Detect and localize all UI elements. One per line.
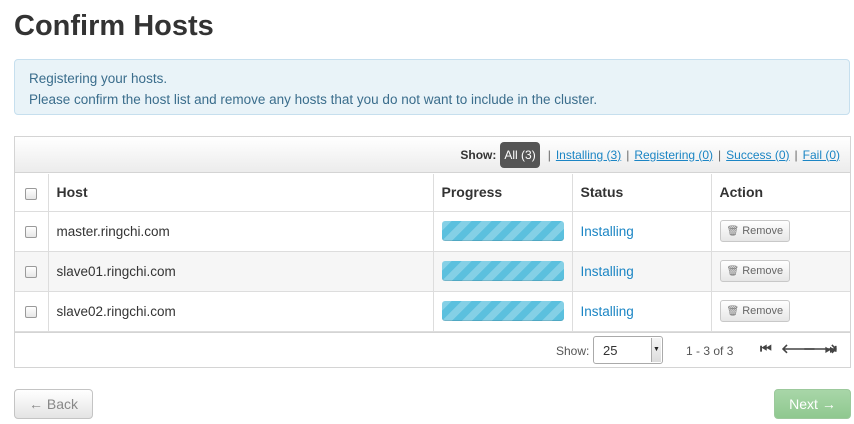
table-row: slave01.ringchi.com Installing 🗑 Remove: [15, 250, 850, 292]
action-cell: 🗑 Remove: [710, 250, 850, 292]
column-header-progress: Progress: [432, 174, 573, 212]
page-size-select[interactable]: 25 ▼: [593, 336, 663, 364]
filter-separator: |: [718, 147, 722, 162]
filter-separator: |: [794, 147, 798, 162]
progress-cell: [432, 290, 573, 332]
host-name: slave02.ringchi.com: [47, 290, 434, 332]
filter-show-label: Show:: [460, 147, 497, 162]
alert-line-1: Registering your hosts.: [29, 71, 168, 86]
trash-icon: 🗑: [726, 265, 740, 277]
remove-button[interactable]: 🗑 Remove: [719, 220, 791, 242]
status-cell: Installing: [571, 210, 712, 252]
remove-label: Remove: [742, 265, 784, 277]
status-link[interactable]: Installing: [581, 224, 634, 239]
hosts-panel: Show: All (3) | Installing (3) | Registe…: [14, 136, 851, 368]
filter-success[interactable]: Success (0): [726, 148, 789, 162]
remove-button[interactable]: 🗑 Remove: [719, 260, 791, 282]
first-page-icon[interactable]: ⏮: [760, 341, 772, 357]
row-check-cell: [15, 210, 49, 252]
status-cell: Installing: [571, 250, 712, 292]
page-size-label: Show:: [556, 344, 590, 358]
action-cell: 🗑 Remove: [710, 210, 850, 252]
page-size-value: 25: [603, 343, 618, 358]
filter-installing[interactable]: Installing (3): [556, 148, 621, 162]
remove-label: Remove: [742, 305, 784, 317]
hosts-table: Host Progress Status Action master.ringc…: [15, 174, 850, 332]
remove-button[interactable]: 🗑 Remove: [719, 300, 791, 322]
progress-bar: [441, 221, 564, 241]
row-check-cell: [15, 250, 49, 292]
table-row: master.ringchi.com Installing 🗑 Remove: [15, 210, 850, 252]
select-all-checkbox[interactable]: [25, 187, 38, 200]
filter-separator: |: [626, 147, 630, 162]
page-title: Confirm Hosts: [14, 10, 214, 42]
dropdown-arrow-icon: ▼: [651, 338, 661, 362]
host-name: slave01.ringchi.com: [47, 250, 434, 292]
filter-bar: Show: All (3) | Installing (3) | Registe…: [15, 137, 850, 173]
next-button[interactable]: Next →: [774, 389, 851, 419]
alert-line-2: Please confirm the host list and remove …: [29, 91, 598, 107]
back-button[interactable]: ← Back: [14, 389, 93, 419]
row-checkbox[interactable]: [25, 265, 38, 278]
table-row: slave02.ringchi.com Installing 🗑 Remove: [15, 290, 850, 332]
page-range: 1 - 3 of 3: [686, 344, 734, 358]
column-header-action: Action: [710, 174, 850, 212]
progress-bar: [441, 261, 564, 281]
table-header-row: Host Progress Status Action: [15, 174, 850, 212]
filter-fail[interactable]: Fail (0): [803, 148, 840, 162]
pagination-bar: Show: 25 ▼ 1 - 3 of 3 ⏮ 🡐 🡒 ⏭: [15, 332, 850, 367]
row-check-cell: [15, 290, 49, 332]
progress-cell: [432, 250, 573, 292]
row-checkbox[interactable]: [25, 305, 38, 318]
info-alert: Registering your hosts. Please confirm t…: [14, 59, 850, 115]
column-header-host[interactable]: Host: [47, 174, 434, 212]
select-all-cell: [15, 174, 49, 212]
filter-registering[interactable]: Registering (0): [634, 148, 713, 162]
filter-separator: |: [547, 147, 551, 162]
progress-bar: [441, 301, 564, 321]
status-link[interactable]: Installing: [581, 264, 634, 279]
last-page-icon[interactable]: ⏭: [825, 341, 837, 357]
status-link[interactable]: Installing: [581, 304, 634, 319]
progress-cell: [432, 210, 573, 252]
filter-all[interactable]: All (3): [500, 141, 540, 168]
trash-icon: 🗑: [726, 225, 740, 237]
action-cell: 🗑 Remove: [710, 290, 850, 332]
trash-icon: 🗑: [726, 305, 740, 317]
column-header-status[interactable]: Status: [571, 174, 712, 212]
row-checkbox[interactable]: [25, 225, 38, 238]
host-name: master.ringchi.com: [47, 210, 434, 252]
status-cell: Installing: [571, 290, 712, 332]
remove-label: Remove: [742, 225, 784, 237]
